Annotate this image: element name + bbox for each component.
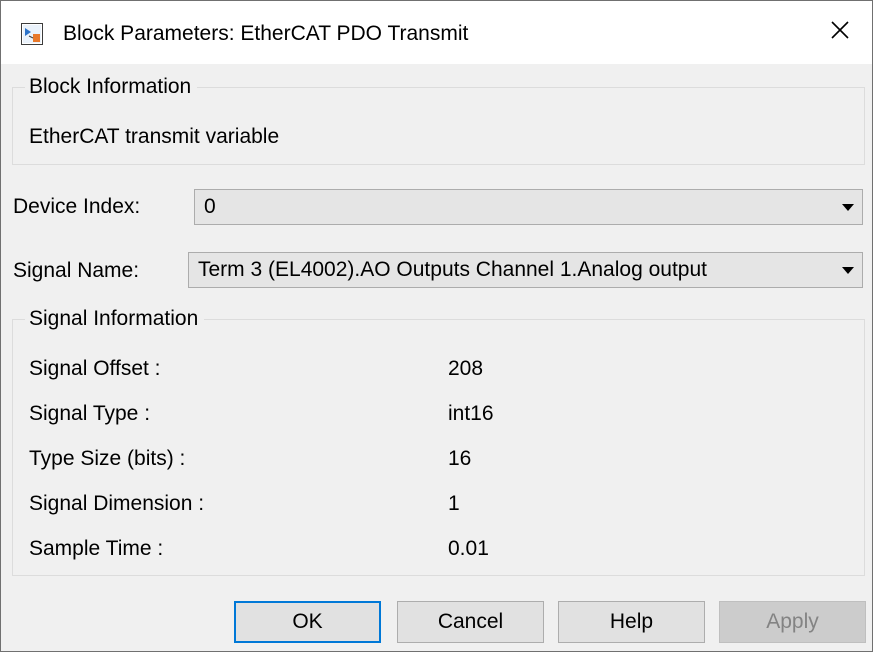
block-parameters-dialog: Block Parameters: EtherCAT PDO Transmit … [0,0,873,652]
block-information-legend: Block Information [25,75,198,99]
help-button[interactable]: Help [558,601,705,643]
window-title: Block Parameters: EtherCAT PDO Transmit [63,22,469,45]
title-bar[interactable]: Block Parameters: EtherCAT PDO Transmit [1,1,872,64]
signal-offset-label: Signal Offset : [29,357,161,380]
device-index-value: 0 [204,195,216,218]
signal-name-dropdown[interactable]: Term 3 (EL4002).AO Outputs Channel 1.Ana… [188,252,863,288]
device-index-label: Device Index: [13,195,141,218]
ok-button[interactable]: OK [234,601,381,643]
sample-time-value: 0.01 [448,537,489,560]
signal-information-legend: Signal Information [25,307,205,331]
signal-type-value: int16 [448,402,494,425]
close-icon [830,20,850,45]
signal-name-value: Term 3 (EL4002).AO Outputs Channel 1.Ana… [198,258,707,281]
close-button[interactable] [808,1,872,64]
signal-offset-value: 208 [448,357,484,380]
signal-type-label: Signal Type : [29,402,151,425]
signal-dimension-value: 1 [448,492,460,515]
simulink-block-icon [21,23,43,45]
cancel-button[interactable]: Cancel [397,601,544,643]
chevron-down-icon [842,204,854,211]
device-index-dropdown[interactable]: 0 [194,189,863,225]
signal-name-label: Signal Name: [13,259,140,282]
type-size-value: 16 [448,447,472,470]
block-description: EtherCAT transmit variable [29,125,280,148]
type-size-label: Type Size (bits) : [29,447,186,470]
signal-dimension-label: Signal Dimension : [29,492,205,515]
apply-button: Apply [719,601,866,643]
chevron-down-icon [842,267,854,274]
sample-time-label: Sample Time : [29,537,164,560]
